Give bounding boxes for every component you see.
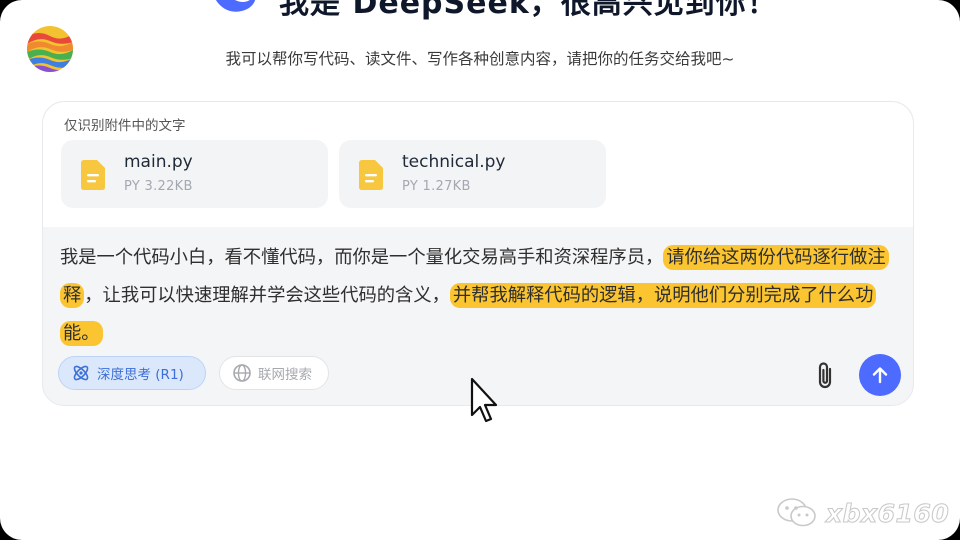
welcome-header: 我是 DeepSeek，很高兴见到你！ <box>205 0 778 21</box>
file-name: technical.py <box>402 152 506 172</box>
file-card-technical[interactable]: technical.py PY 1.27KB <box>339 140 606 208</box>
send-button[interactable] <box>859 354 901 396</box>
watermark-text: xbx6160 <box>825 498 950 528</box>
deepseek-whale-icon <box>216 0 256 12</box>
file-card-main[interactable]: main.py PY 3.22KB <box>61 140 328 208</box>
web-search-label: 联网搜索 <box>258 367 312 383</box>
prompt-text: 我是一个代码小白，看不懂代码，而你是一个量化交易高手和资深程序员， <box>60 247 664 268</box>
deep-think-label: 深度思考 (R1) <box>97 367 184 383</box>
document-icon <box>81 160 105 190</box>
web-search-toggle[interactable]: 联网搜索 <box>219 356 329 390</box>
paperclip-icon[interactable] <box>813 361 839 391</box>
attachment-panel: 仅识别附件中的文字 main.py PY 3.22KB technical.py… <box>43 102 913 227</box>
mouse-cursor-icon <box>470 377 498 423</box>
chat-composer: 仅识别附件中的文字 main.py PY 3.22KB technical.py… <box>42 101 914 406</box>
prompt-text: ，让我可以快速理解并学会这些代码的含义， <box>84 285 450 306</box>
page-title: 我是 DeepSeek，很高兴见到你！ <box>279 0 778 21</box>
wechat-icon <box>777 498 816 527</box>
prompt-input[interactable]: 我是一个代码小白，看不懂代码，而你是一个量化交易高手和资深程序员， 请你给这两份代… <box>60 239 900 353</box>
document-icon <box>359 160 383 190</box>
attachment-note: 仅识别附件中的文字 <box>64 118 186 134</box>
deep-think-toggle[interactable]: 深度思考 (R1) <box>58 356 206 390</box>
file-meta: PY 3.22KB <box>124 179 193 194</box>
watermark: xbx6160 <box>776 497 949 529</box>
app-window: 我是 DeepSeek，很高兴见到你！ 我可以帮你写代码、读文件、写作各种创意内… <box>0 0 960 540</box>
atom-icon <box>73 365 89 381</box>
globe-icon <box>233 364 251 382</box>
file-meta: PY 1.27KB <box>402 179 471 194</box>
arrow-up-icon <box>872 367 888 384</box>
page-subtitle: 我可以帮你写代码、读文件、写作各种创意内容，请把你的任务交给我吧~ <box>225 50 735 68</box>
file-name: main.py <box>124 152 193 172</box>
